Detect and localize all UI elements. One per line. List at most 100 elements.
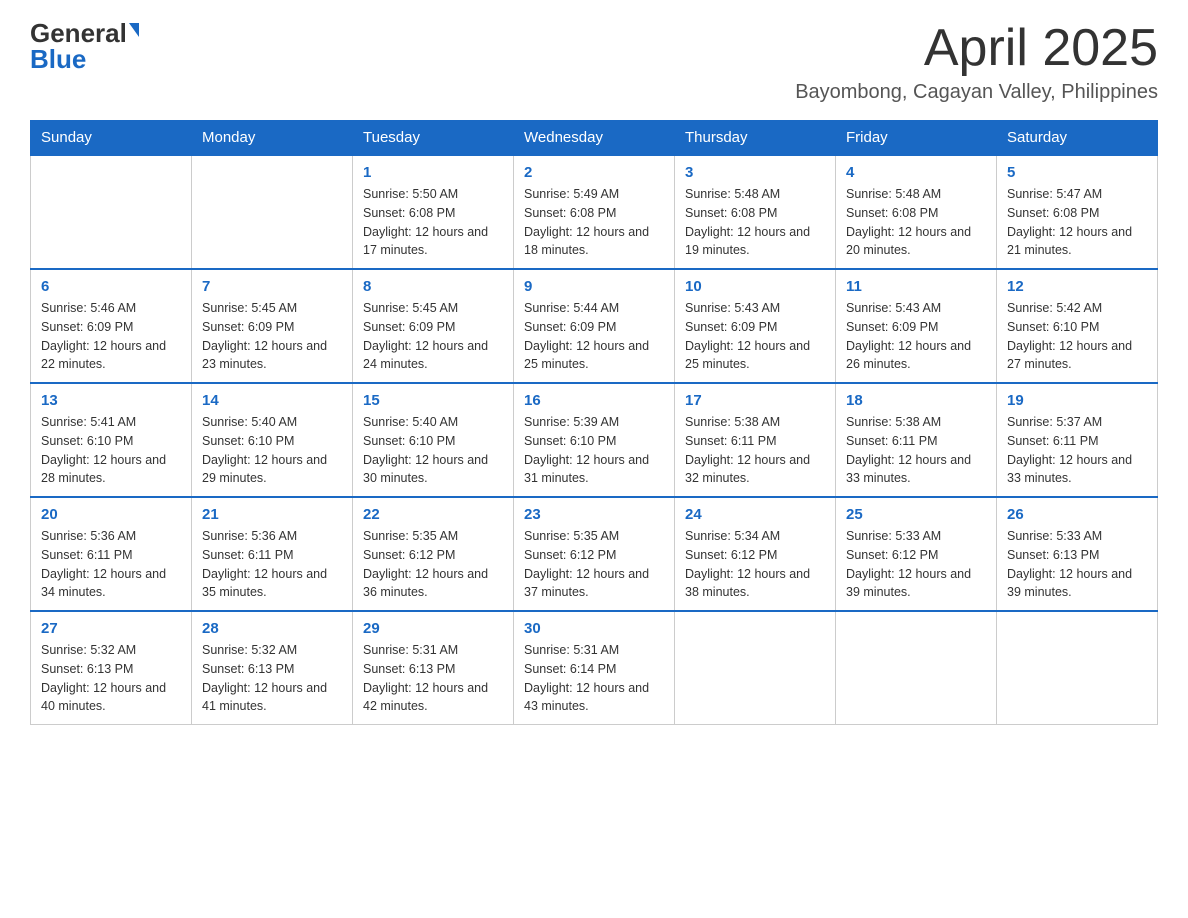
day-info: Sunrise: 5:35 AMSunset: 6:12 PMDaylight:… [363,527,503,602]
day-info: Sunrise: 5:38 AMSunset: 6:11 PMDaylight:… [846,413,986,488]
logo-triangle-icon [129,23,139,37]
day-cell: 2 Sunrise: 5:49 AMSunset: 6:08 PMDaylight… [514,155,675,269]
day-cell [836,611,997,725]
day-info: Sunrise: 5:33 AMSunset: 6:13 PMDaylight:… [1007,527,1147,602]
day-info: Sunrise: 5:49 AMSunset: 6:08 PMDaylight:… [524,185,664,260]
logo-general: General [30,20,127,46]
day-cell: 21 Sunrise: 5:36 AMSunset: 6:11 PMDayligh… [192,497,353,611]
day-cell: 4 Sunrise: 5:48 AMSunset: 6:08 PMDaylight… [836,155,997,269]
day-number: 21 [202,506,342,523]
day-cell: 17 Sunrise: 5:38 AMSunset: 6:11 PMDayligh… [675,383,836,497]
day-cell: 8 Sunrise: 5:45 AMSunset: 6:09 PMDaylight… [353,269,514,383]
day-info: Sunrise: 5:35 AMSunset: 6:12 PMDaylight:… [524,527,664,602]
day-cell: 25Sunrise: 5:33 AMSunset: 6:12 PMDayligh… [836,497,997,611]
day-number: 18 [846,392,986,409]
day-info: Sunrise: 5:38 AMSunset: 6:11 PMDaylight:… [685,413,825,488]
weekday-header-sunday: Sunday [31,121,192,156]
day-info: Sunrise: 5:44 AMSunset: 6:09 PMDaylight:… [524,299,664,374]
month-title: April 2025 [795,20,1158,77]
day-number: 28 [202,620,342,637]
day-info: Sunrise: 5:45 AMSunset: 6:09 PMDaylight:… [363,299,503,374]
day-cell: 9 Sunrise: 5:44 AMSunset: 6:09 PMDaylight… [514,269,675,383]
day-number: 15 [363,392,503,409]
day-number: 30 [524,620,664,637]
day-cell [31,155,192,269]
day-cell: 14 Sunrise: 5:40 AMSunset: 6:10 PMDayligh… [192,383,353,497]
day-number: 2 [524,164,664,181]
week-row-3: 13 Sunrise: 5:41 AMSunset: 6:10 PMDayligh… [31,383,1158,497]
page-header: General Blue April 2025 Bayombong, Cagay… [30,20,1158,104]
day-cell: 12Sunrise: 5:42 AMSunset: 6:10 PMDayligh… [997,269,1158,383]
day-number: 13 [41,392,181,409]
day-number: 25 [846,506,986,523]
weekday-header-wednesday: Wednesday [514,121,675,156]
day-info: Sunrise: 5:42 AMSunset: 6:10 PMDaylight:… [1007,299,1147,374]
location-title: Bayombong, Cagayan Valley, Philippines [795,81,1158,104]
day-number: 7 [202,278,342,295]
day-cell: 3Sunrise: 5:48 AMSunset: 6:08 PMDaylight… [675,155,836,269]
weekday-header-monday: Monday [192,121,353,156]
logo: General Blue [30,20,139,72]
day-cell: 30 Sunrise: 5:31 AMSunset: 6:14 PMDayligh… [514,611,675,725]
day-number: 14 [202,392,342,409]
day-info: Sunrise: 5:48 AMSunset: 6:08 PMDaylight:… [846,185,986,260]
day-info: Sunrise: 5:40 AMSunset: 6:10 PMDaylight:… [363,413,503,488]
day-number: 11 [846,278,986,295]
day-info: Sunrise: 5:32 AMSunset: 6:13 PMDaylight:… [41,641,181,716]
week-row-2: 6 Sunrise: 5:46 AMSunset: 6:09 PMDaylight… [31,269,1158,383]
day-cell [997,611,1158,725]
day-number: 4 [846,164,986,181]
day-number: 9 [524,278,664,295]
day-cell: 13 Sunrise: 5:41 AMSunset: 6:10 PMDayligh… [31,383,192,497]
day-number: 26 [1007,506,1147,523]
day-cell: 27 Sunrise: 5:32 AMSunset: 6:13 PMDayligh… [31,611,192,725]
day-info: Sunrise: 5:41 AMSunset: 6:10 PMDaylight:… [41,413,181,488]
day-cell: 7 Sunrise: 5:45 AMSunset: 6:09 PMDaylight… [192,269,353,383]
day-info: Sunrise: 5:48 AMSunset: 6:08 PMDaylight:… [685,185,825,260]
day-number: 29 [363,620,503,637]
day-info: Sunrise: 5:50 AMSunset: 6:08 PMDaylight:… [363,185,503,260]
day-cell: 22 Sunrise: 5:35 AMSunset: 6:12 PMDayligh… [353,497,514,611]
day-number: 22 [363,506,503,523]
weekday-header-friday: Friday [836,121,997,156]
calendar-table: SundayMondayTuesdayWednesdayThursdayFrid… [30,120,1158,725]
day-number: 24 [685,506,825,523]
weekday-header-tuesday: Tuesday [353,121,514,156]
day-cell [675,611,836,725]
day-cell: 24 Sunrise: 5:34 AMSunset: 6:12 PMDayligh… [675,497,836,611]
day-cell: 5Sunrise: 5:47 AMSunset: 6:08 PMDaylight… [997,155,1158,269]
day-cell: 18 Sunrise: 5:38 AMSunset: 6:11 PMDayligh… [836,383,997,497]
day-cell: 19 Sunrise: 5:37 AMSunset: 6:11 PMDayligh… [997,383,1158,497]
day-number: 17 [685,392,825,409]
day-info: Sunrise: 5:46 AMSunset: 6:09 PMDaylight:… [41,299,181,374]
week-row-1: 1Sunrise: 5:50 AMSunset: 6:08 PMDaylight… [31,155,1158,269]
day-info: Sunrise: 5:31 AMSunset: 6:14 PMDaylight:… [524,641,664,716]
day-info: Sunrise: 5:47 AMSunset: 6:08 PMDaylight:… [1007,185,1147,260]
day-info: Sunrise: 5:32 AMSunset: 6:13 PMDaylight:… [202,641,342,716]
weekday-header-saturday: Saturday [997,121,1158,156]
day-info: Sunrise: 5:37 AMSunset: 6:11 PMDaylight:… [1007,413,1147,488]
day-number: 10 [685,278,825,295]
day-number: 27 [41,620,181,637]
day-number: 6 [41,278,181,295]
day-info: Sunrise: 5:39 AMSunset: 6:10 PMDaylight:… [524,413,664,488]
day-info: Sunrise: 5:36 AMSunset: 6:11 PMDaylight:… [202,527,342,602]
day-info: Sunrise: 5:40 AMSunset: 6:10 PMDaylight:… [202,413,342,488]
day-info: Sunrise: 5:43 AMSunset: 6:09 PMDaylight:… [685,299,825,374]
day-number: 19 [1007,392,1147,409]
day-number: 20 [41,506,181,523]
day-cell: 11 Sunrise: 5:43 AMSunset: 6:09 PMDayligh… [836,269,997,383]
day-info: Sunrise: 5:31 AMSunset: 6:13 PMDaylight:… [363,641,503,716]
day-cell: 26 Sunrise: 5:33 AMSunset: 6:13 PMDayligh… [997,497,1158,611]
weekday-header-thursday: Thursday [675,121,836,156]
day-info: Sunrise: 5:43 AMSunset: 6:09 PMDaylight:… [846,299,986,374]
day-cell: 20 Sunrise: 5:36 AMSunset: 6:11 PMDayligh… [31,497,192,611]
day-cell [192,155,353,269]
day-number: 16 [524,392,664,409]
day-cell: 16 Sunrise: 5:39 AMSunset: 6:10 PMDayligh… [514,383,675,497]
day-info: Sunrise: 5:45 AMSunset: 6:09 PMDaylight:… [202,299,342,374]
day-number: 8 [363,278,503,295]
day-info: Sunrise: 5:36 AMSunset: 6:11 PMDaylight:… [41,527,181,602]
weekday-header-row: SundayMondayTuesdayWednesdayThursdayFrid… [31,121,1158,156]
day-info: Sunrise: 5:34 AMSunset: 6:12 PMDaylight:… [685,527,825,602]
